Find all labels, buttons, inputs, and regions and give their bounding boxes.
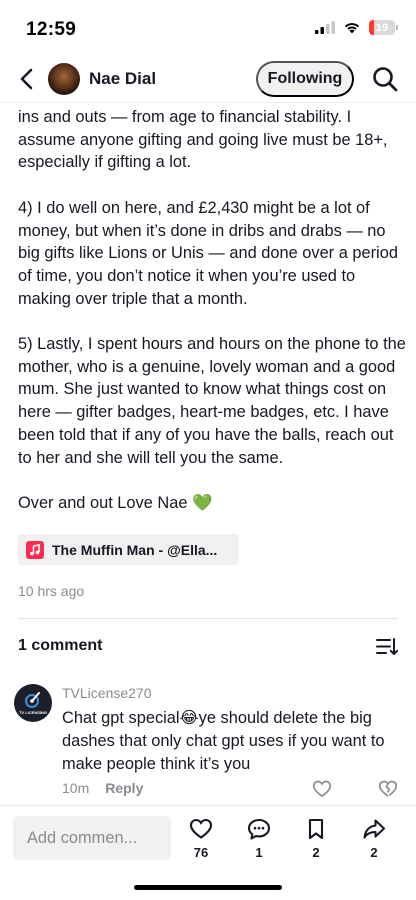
comment-avatar-text: TV LICENSING bbox=[18, 710, 47, 715]
wifi-icon bbox=[344, 23, 360, 34]
comment-time: 10m bbox=[62, 780, 90, 796]
nav-divider bbox=[0, 102, 416, 103]
share-icon bbox=[363, 819, 386, 839]
bookmark-icon bbox=[308, 818, 324, 840]
sort-icon[interactable] bbox=[376, 637, 398, 657]
share-action[interactable]: 2 bbox=[354, 817, 394, 861]
like-count: 76 bbox=[193, 845, 209, 860]
post-paragraph: 5) Lastly, I spent hours and hours on th… bbox=[18, 335, 406, 467]
post-description: ins and outs — from age to financial sta… bbox=[18, 106, 408, 515]
music-title: The Muffin Man - @Ella... bbox=[52, 541, 218, 558]
signoff-text: Over and out Love Nae bbox=[18, 493, 188, 512]
comment-icon bbox=[247, 818, 271, 840]
comment-input[interactable] bbox=[13, 816, 171, 860]
comment-action[interactable]: 1 bbox=[239, 817, 279, 861]
save-action[interactable]: 2 bbox=[296, 817, 336, 861]
post-timestamp: 10 hrs ago bbox=[18, 583, 85, 599]
save-count: 2 bbox=[312, 845, 320, 860]
comment-text: Chat gpt special😂ye should delete the bi… bbox=[62, 709, 385, 773]
share-count: 2 bbox=[370, 845, 378, 860]
comment-avatar[interactable]: TV LICENSING bbox=[14, 684, 52, 722]
following-button[interactable]: Following bbox=[256, 61, 354, 97]
heart-icon[interactable] bbox=[312, 779, 332, 799]
section-divider bbox=[18, 618, 398, 619]
comments-count: 1 comment bbox=[18, 637, 103, 654]
music-chip[interactable]: The Muffin Man - @Ella... bbox=[18, 534, 239, 565]
status-icons: 19 bbox=[315, 20, 398, 35]
home-indicator bbox=[134, 885, 282, 890]
green-heart-emoji: 💚 bbox=[192, 493, 213, 512]
comment-count: 1 bbox=[255, 845, 263, 860]
comment-username[interactable]: TVLicense270 bbox=[62, 685, 152, 701]
top-nav: Nae Dial Following bbox=[0, 56, 416, 102]
post-paragraph: 4) I do well on here, and £2,430 might b… bbox=[18, 198, 398, 308]
reply-button[interactable]: Reply bbox=[105, 780, 143, 796]
tv-licensing-logo bbox=[25, 692, 40, 708]
status-time: 12:59 bbox=[26, 19, 77, 40]
like-action[interactable]: 76 bbox=[181, 817, 221, 861]
battery-level: 19 bbox=[375, 21, 389, 34]
heart-icon bbox=[189, 818, 213, 839]
post-paragraph: ins and outs — from age to financial sta… bbox=[18, 108, 388, 172]
signal-icon bbox=[315, 21, 335, 34]
status-bar: 12:59 19 bbox=[0, 0, 416, 54]
username[interactable]: Nae Dial bbox=[89, 69, 156, 89]
search-icon[interactable] bbox=[371, 65, 399, 93]
battery-fill bbox=[369, 20, 374, 35]
avatar[interactable] bbox=[48, 63, 80, 95]
broken-heart-icon[interactable] bbox=[378, 779, 398, 799]
back-arrow-icon[interactable] bbox=[14, 65, 42, 93]
comment-meta: 10m Reply bbox=[62, 780, 143, 796]
battery-icon: 19 bbox=[369, 20, 398, 35]
post-signoff: Over and out Love Nae 💚 bbox=[18, 492, 408, 515]
bottom-divider bbox=[0, 805, 416, 806]
music-note-icon bbox=[26, 540, 44, 559]
